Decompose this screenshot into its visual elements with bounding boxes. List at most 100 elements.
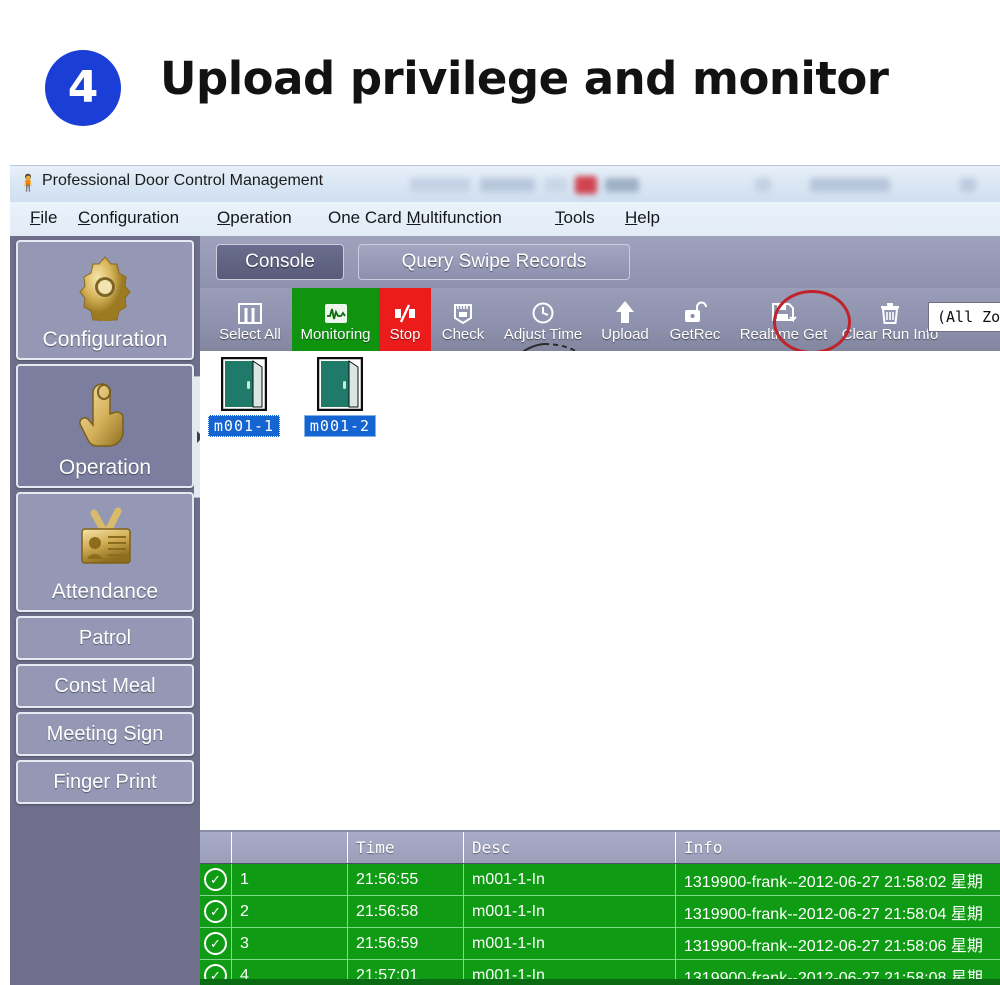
obscured-region: [605, 178, 639, 192]
grid-header-index: [232, 832, 348, 863]
sidebar-item-label: Configuration: [42, 328, 168, 351]
grid-header-check: [200, 832, 232, 863]
toolbar-button-getrec[interactable]: GetRec: [659, 288, 731, 351]
row-info: 1319900-frank--2012-06-27 21:58:02 星期: [684, 873, 983, 891]
menu-one-card-multifunction[interactable]: One Card Multifunction: [328, 208, 502, 230]
sidebar-item-label: Finger Print: [53, 770, 157, 793]
grid-header-row: Time Desc Info: [200, 832, 1000, 864]
table-row[interactable]: ✓ 2 21:56:58 m001-1-In 1319900-frank--20…: [200, 896, 1000, 928]
obscured-region: [755, 178, 771, 192]
toolbar-button-adjust-time[interactable]: Adjust Time: [495, 288, 591, 351]
up-arrow-icon: [612, 297, 638, 325]
sidebar-item-operation[interactable]: Operation: [16, 364, 194, 488]
toolbar-button-select-all[interactable]: Select All: [208, 288, 292, 351]
toolbar: Select All Monitoring Stop Check Adjust …: [200, 288, 1000, 387]
work-area: Configuration Operation Attendance Patro…: [10, 236, 1000, 985]
waveform-icon: [323, 297, 349, 325]
toolbar-button-label: Realtime Get: [739, 325, 828, 343]
row-info: 1319900-frank--2012-06-27 21:58:06 星期: [684, 937, 983, 955]
check-icon: ✓: [204, 868, 227, 891]
sidebar-item-patrol[interactable]: Patrol: [16, 616, 194, 660]
sidebar-item-label: Attendance: [51, 580, 159, 603]
floppy-down-icon: [770, 297, 798, 325]
event-log-grid[interactable]: Time Desc Info ✓ 1 21:56:55 m001-1-In 13…: [200, 830, 1000, 985]
row-info: 1319900-frank--2012-06-27 21:58:04 星期: [684, 905, 983, 923]
tab-query-swipe-records[interactable]: Query Swipe Records: [358, 244, 630, 280]
row-time: 21:56:55: [348, 864, 464, 895]
row-index: 3: [232, 928, 348, 959]
sidebar-item-meeting-sign[interactable]: Meeting Sign: [16, 712, 194, 756]
trash-icon: [877, 297, 903, 325]
row-checkbox[interactable]: ✓: [200, 928, 232, 959]
zone-filter-input[interactable]: (All Zon: [928, 302, 1000, 332]
device-label: m001-2: [303, 415, 377, 437]
sidebar-item-label: Meeting Sign: [46, 722, 164, 745]
toolbar-button-label: Check: [441, 325, 485, 343]
check-icon: ✓: [204, 900, 227, 923]
toolbar-button-realtime-get[interactable]: Realtime Get: [731, 288, 836, 351]
columns-icon: [237, 297, 263, 325]
menu-configuration[interactable]: Configuration: [78, 208, 179, 230]
menu-tools[interactable]: Tools: [555, 208, 595, 230]
row-desc: m001-1-In: [464, 928, 676, 959]
tab-console[interactable]: Console: [216, 244, 344, 280]
device-label: m001-1: [207, 415, 281, 437]
menu-help[interactable]: Help: [625, 208, 660, 230]
toolbar-button-check[interactable]: Check: [431, 288, 495, 351]
row-index: 1: [232, 864, 348, 895]
application-window: 🧍 Professional Door Control Management F…: [10, 165, 1000, 985]
clock-icon: [530, 297, 556, 325]
menu-operation[interactable]: Operation: [217, 208, 292, 230]
row-desc: m001-1-In: [464, 864, 676, 895]
right-pane: Console Query Swipe Records Select All M…: [200, 236, 1000, 985]
sidebar-item-const-meal[interactable]: Const Meal: [16, 664, 194, 708]
device-door[interactable]: m001-1: [207, 357, 281, 437]
tab-label: Query Swipe Records: [401, 251, 587, 272]
id-card-icon: [68, 502, 142, 576]
obscured-region: [410, 178, 470, 192]
door-icon: [317, 357, 363, 411]
grid-bottom-filler: [200, 979, 1000, 985]
toolbar-button-upload[interactable]: Upload: [591, 288, 659, 351]
sidebar-item-label: Const Meal: [54, 674, 156, 697]
table-row[interactable]: ✓ 3 21:56:59 m001-1-In 1319900-frank--20…: [200, 928, 1000, 960]
check-icon: ✓: [204, 932, 227, 955]
sidebar-item-configuration[interactable]: Configuration: [16, 240, 194, 360]
row-checkbox[interactable]: ✓: [200, 896, 232, 927]
row-index: 2: [232, 896, 348, 927]
door-icon: [221, 357, 267, 411]
obscured-region: [545, 178, 567, 192]
sidebar-item-label: Operation: [58, 456, 152, 479]
device-canvas[interactable]: m001-1 m001-2: [200, 351, 1000, 830]
gear-icon: [68, 250, 142, 324]
obscured-region: [575, 176, 597, 194]
obscured-region: [960, 178, 976, 192]
device-door[interactable]: m001-2: [303, 357, 377, 437]
toolbar-button-monitoring[interactable]: Monitoring: [292, 288, 379, 351]
hand-pointer-icon: [68, 378, 142, 452]
instruction-heading: 4 Upload privilege and monitor: [0, 0, 1000, 165]
person-running-icon: 🧍: [18, 175, 38, 192]
step-number-badge: 4: [45, 50, 121, 126]
toolbar-button-label: Stop: [389, 325, 421, 343]
sidebar-item-attendance[interactable]: Attendance: [16, 492, 194, 612]
tab-label: Console: [245, 251, 315, 272]
table-row[interactable]: ✓ 1 21:56:55 m001-1-In 1319900-frank--20…: [200, 864, 1000, 896]
sidebar-item-label: Patrol: [78, 626, 132, 649]
row-time: 21:56:59: [348, 928, 464, 959]
toolbar-button-stop[interactable]: Stop: [379, 288, 431, 351]
sidebar-item-finger-print[interactable]: Finger Print: [16, 760, 194, 804]
obscured-region: [810, 178, 890, 192]
grid-header-desc[interactable]: Desc: [464, 832, 676, 863]
row-checkbox[interactable]: ✓: [200, 864, 232, 895]
menubar: File Configuration Operation One Card Mu…: [10, 202, 1000, 237]
toolbar-button-label: Monitoring: [300, 325, 371, 343]
toolbar-button-label: Select All: [219, 325, 281, 343]
grid-header-time[interactable]: Time: [348, 832, 464, 863]
lock-unlock-icon: [681, 297, 709, 325]
menu-file[interactable]: File: [30, 208, 57, 230]
page-title: Upload privilege and monitor: [160, 52, 889, 105]
grid-header-info[interactable]: Info: [676, 832, 1000, 863]
row-time: 21:56:58: [348, 896, 464, 927]
toolbar-button-label: Adjust Time: [503, 325, 583, 343]
